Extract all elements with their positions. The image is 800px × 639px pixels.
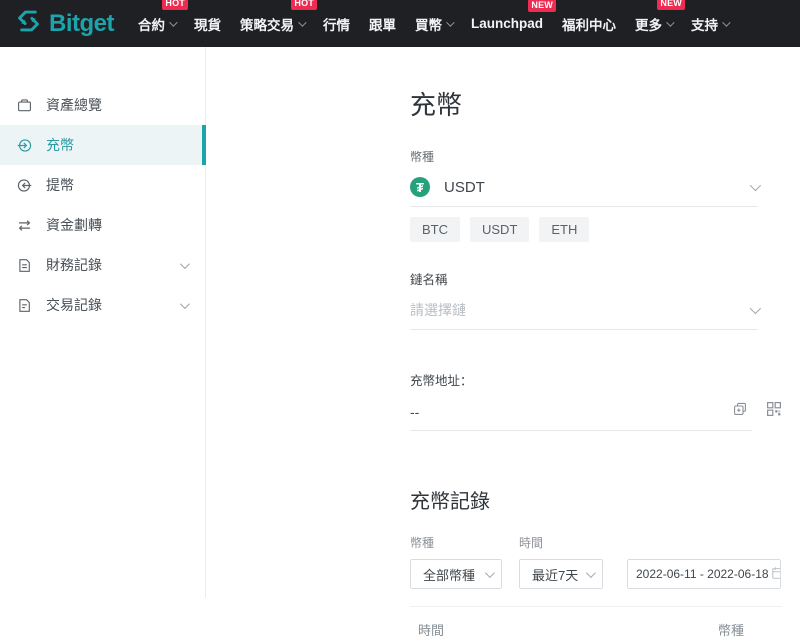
- deposit-address-row: --: [410, 401, 782, 431]
- chevron-down-icon: [666, 18, 674, 26]
- copy-icon: [732, 401, 748, 422]
- chevron-down-icon: [180, 299, 190, 309]
- chevron-down-icon: [485, 568, 495, 578]
- quick-coin-chip-usdt[interactable]: USDT: [470, 217, 529, 242]
- finance-record-icon: [17, 257, 33, 273]
- sidebar-item-asset-overview[interactable]: 資產總覽: [0, 85, 205, 125]
- bitget-logo[interactable]: Bitget: [14, 8, 114, 39]
- chevron-down-icon: [180, 259, 190, 269]
- coin-filter-label: 幣種: [410, 534, 502, 551]
- history-table-header: 時間 幣種: [410, 606, 782, 639]
- chain-placeholder: 請選擇鏈: [410, 300, 466, 320]
- date-range-picker[interactable]: 2022-06-11 - 2022-06-18: [627, 559, 781, 589]
- time-filter-label: 時間: [519, 534, 603, 551]
- chevron-down-icon: [750, 180, 761, 191]
- nav-item-futures[interactable]: 合約 HOT: [138, 14, 175, 34]
- sidebar-item-withdraw[interactable]: 提幣: [0, 165, 205, 205]
- table-header-coin: 幣種: [718, 620, 744, 639]
- calendar-icon: [771, 566, 781, 583]
- nav-item-more[interactable]: 更多 NEW: [635, 14, 672, 34]
- transfer-icon: [17, 217, 33, 233]
- chain-select[interactable]: 請選擇鏈: [410, 300, 758, 330]
- trade-record-icon: [17, 297, 33, 313]
- assets-sidebar: 資產總覽 充幣 提幣: [0, 47, 206, 598]
- nav-item-copy-trading[interactable]: 跟單: [369, 14, 396, 34]
- show-qr-button[interactable]: [766, 401, 782, 422]
- qr-code-icon: [766, 401, 782, 422]
- coin-label: 幣種: [410, 148, 782, 165]
- wallet-icon: [17, 97, 33, 113]
- chevron-down-icon: [298, 18, 306, 26]
- chevron-down-icon: [446, 18, 454, 26]
- sidebar-item-finance-records[interactable]: 財務記錄: [0, 245, 205, 285]
- deposit-address-value: --: [410, 404, 419, 420]
- top-navigation: Bitget 合約 HOT 現貨 策略交易 HOT 行情 跟單 買幣 Launc…: [0, 0, 800, 47]
- sidebar-item-deposit[interactable]: 充幣: [0, 125, 205, 165]
- chain-label: 鏈名稱: [410, 269, 782, 288]
- coin-filter-select[interactable]: 全部幣種: [410, 559, 502, 589]
- sidebar-item-trade-records[interactable]: 交易記錄: [0, 285, 205, 325]
- selected-coin: USDT: [444, 179, 485, 196]
- nav-item-markets[interactable]: 行情: [323, 14, 350, 34]
- chevron-down-icon: [722, 18, 730, 26]
- main-panel: 充幣 幣種 ₮ USDT BTC USDT ETH 鏈名稱 請選擇鏈 充幣地址：…: [206, 47, 800, 598]
- nav-item-strategy-trading[interactable]: 策略交易 HOT: [240, 14, 304, 34]
- new-badge: NEW: [528, 0, 556, 12]
- hot-badge: HOT: [162, 0, 188, 10]
- brand-name: Bitget: [49, 10, 114, 38]
- nav-item-support[interactable]: 支持: [691, 14, 728, 34]
- table-header-time: 時間: [410, 620, 444, 639]
- nav-item-rewards-center[interactable]: 福利中心: [562, 14, 616, 34]
- bitget-logo-icon: [14, 8, 43, 39]
- nav-item-buy-crypto[interactable]: 買幣: [415, 14, 452, 34]
- deposit-history-title: 充幣記錄: [410, 485, 782, 514]
- chevron-down-icon: [586, 568, 596, 578]
- history-filters: 幣種 全部幣種 時間 最近7天 2022-06-11 - 2022-06-18: [410, 534, 782, 589]
- chevron-down-icon: [169, 18, 177, 26]
- hot-badge: HOT: [291, 0, 317, 10]
- copy-address-button[interactable]: [732, 401, 748, 422]
- time-filter-select[interactable]: 最近7天: [519, 559, 603, 589]
- main-nav: 合約 HOT 現貨 策略交易 HOT 行情 跟單 買幣 Launchpad NE…: [138, 14, 747, 34]
- nav-item-launchpad[interactable]: Launchpad NEW: [471, 16, 543, 31]
- nav-item-spot[interactable]: 現貨: [194, 14, 221, 34]
- coin-select[interactable]: ₮ USDT: [410, 177, 758, 207]
- quick-coin-chip-btc[interactable]: BTC: [410, 217, 460, 242]
- date-range-value: 2022-06-11 - 2022-06-18: [636, 567, 769, 581]
- chevron-down-icon: [750, 303, 761, 314]
- deposit-address-label: 充幣地址：: [410, 370, 782, 389]
- sidebar-item-transfer[interactable]: 資金劃轉: [0, 205, 205, 245]
- page-title: 充幣: [410, 85, 782, 122]
- deposit-address-field: --: [410, 401, 752, 431]
- tether-icon: ₮: [410, 177, 430, 197]
- withdraw-icon: [17, 177, 33, 193]
- quick-coin-chips: BTC USDT ETH: [410, 217, 782, 242]
- new-badge: NEW: [657, 0, 685, 10]
- deposit-icon: [17, 137, 33, 153]
- quick-coin-chip-eth[interactable]: ETH: [539, 217, 589, 242]
